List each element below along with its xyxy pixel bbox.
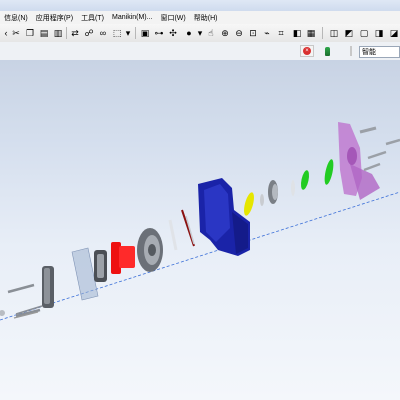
- menu-info[interactable]: 信息(N): [4, 13, 28, 23]
- toolbar-separator: [135, 27, 136, 39]
- graphics-viewport[interactable]: [0, 60, 400, 400]
- model-icon[interactable]: ◫: [328, 27, 340, 39]
- menu-applications[interactable]: 应用程序(P): [36, 13, 73, 23]
- window-icon[interactable]: ▢: [358, 27, 370, 39]
- sketch-display-icon[interactable]: ⌗: [275, 27, 287, 39]
- toolbar-separator: [322, 27, 323, 39]
- menu-tools[interactable]: 工具(T): [81, 13, 104, 23]
- view-manager-icon[interactable]: ◨: [373, 27, 385, 39]
- yellow-ring: [244, 192, 254, 216]
- blue-housing: [198, 178, 250, 256]
- status-separator: [350, 46, 352, 56]
- red-gear: [111, 242, 135, 274]
- copy-special-icon[interactable]: ▥: [52, 27, 64, 39]
- stop-icon: ×: [303, 47, 311, 55]
- bolt-right-2: [385, 138, 400, 146]
- bolt-right-3: [367, 150, 387, 160]
- toolbar-separator: [66, 27, 67, 39]
- binoculars-icon[interactable]: ∞: [97, 27, 109, 39]
- main-toolbar: ‹ ✂ ❐ ▤ ▥ ⇄ ☍ ∞ ⬚ ▾ ▣ ⊶ ✣ ● ▾ ☝ ⊕ ⊖ ⊡ ⌁ …: [0, 24, 400, 43]
- dropdown-arrow-icon[interactable]: ▾: [122, 27, 134, 39]
- brake-disc: [168, 209, 195, 251]
- spin-center-icon[interactable]: ✣: [167, 27, 179, 39]
- dark-bushing: [42, 266, 54, 308]
- cut-icon[interactable]: ✂: [10, 27, 22, 39]
- menu-help[interactable]: 帮助(H): [194, 13, 218, 23]
- purple-end-flange: [338, 122, 380, 200]
- green-ring-2: [324, 159, 334, 185]
- regenerate-icon[interactable]: ⇄: [69, 27, 81, 39]
- saved-views-icon[interactable]: ◧: [291, 27, 303, 39]
- selection-filter-dropdown[interactable]: 智能: [359, 46, 400, 58]
- exploded-assembly-model: [0, 122, 400, 321]
- menu-window[interactable]: 窗口(W): [160, 13, 185, 23]
- zoom-out-icon[interactable]: ⊖: [233, 27, 245, 39]
- grey-bearing: [268, 180, 278, 204]
- copy-icon[interactable]: ❐: [24, 27, 36, 39]
- status-strip: ×: [0, 42, 400, 60]
- pan-icon[interactable]: ☝: [205, 27, 217, 39]
- shading-icon[interactable]: ◪: [388, 27, 400, 39]
- bearing-left: [94, 250, 107, 282]
- small-washer: [260, 194, 264, 206]
- gear-hub: [137, 228, 163, 272]
- stop-button[interactable]: ×: [300, 45, 314, 57]
- thin-washer: [291, 180, 295, 196]
- window-title-strip: [0, 0, 400, 11]
- refit-icon[interactable]: ⊡: [247, 27, 259, 39]
- orient-icon[interactable]: ⊶: [153, 27, 165, 39]
- paste-icon[interactable]: ▤: [38, 27, 50, 39]
- bolt-left-1: [7, 283, 35, 294]
- appearance-icon[interactable]: ◩: [343, 27, 355, 39]
- small-ring-left: [0, 310, 5, 316]
- green-ring-1: [300, 170, 310, 190]
- find-icon[interactable]: ☍: [83, 27, 95, 39]
- menu-manikin[interactable]: Manikin(M)...: [112, 14, 152, 21]
- bolt-right-1: [359, 126, 377, 134]
- bolt-right-4: [363, 162, 381, 172]
- repaint-icon[interactable]: ▣: [139, 27, 151, 39]
- menu-bar: 信息(N) 应用程序(P) 工具(T) Manikin(M)... 窗口(W) …: [0, 11, 400, 24]
- annotation-icon[interactable]: ⌁: [261, 27, 273, 39]
- status-indicator-icon[interactable]: [321, 45, 333, 57]
- layer-icon[interactable]: ▦: [305, 27, 317, 39]
- zoom-in-icon[interactable]: ⊕: [219, 27, 231, 39]
